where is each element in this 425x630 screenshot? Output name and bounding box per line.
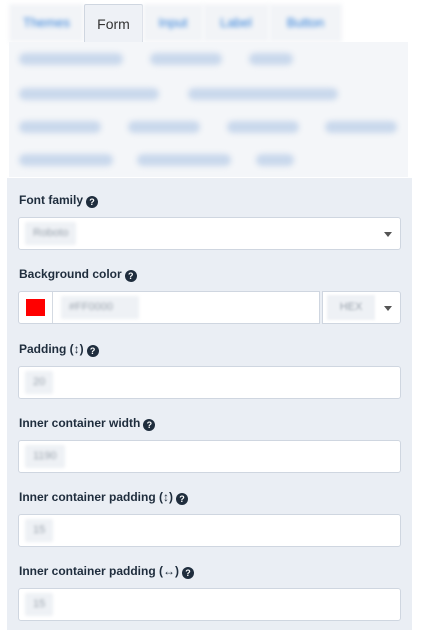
help-icon[interactable]: ? <box>176 493 189 505</box>
blurred-option[interactable] <box>19 154 113 166</box>
padding-label: Padding (↕)? <box>19 342 99 357</box>
inner-container-padding-vertical-label: Inner container padding (↕)? <box>19 490 189 505</box>
inner-container-width-label-text: Inner container width <box>19 416 141 430</box>
padding-label-text: Padding (↕) <box>19 342 84 356</box>
font-family-select[interactable]: Roboto <box>18 217 401 250</box>
chevron-down-icon <box>384 306 392 311</box>
blurred-option[interactable] <box>19 53 123 65</box>
font-family-label-text: Font family <box>19 193 84 207</box>
inner-container-width-label: Inner container width? <box>19 416 156 431</box>
blurred-option[interactable] <box>188 88 338 100</box>
background-color-label-text: Background color <box>19 267 122 281</box>
padding-value: 20 <box>25 371 54 394</box>
blurred-option[interactable] <box>150 53 222 65</box>
tab-form[interactable]: Form <box>84 4 143 42</box>
padding-input[interactable]: 20 <box>18 366 401 399</box>
inner-container-padding-horizontal-label: Inner container padding (↔)? <box>19 564 195 579</box>
help-icon[interactable]: ? <box>143 419 156 431</box>
help-icon[interactable]: ? <box>182 567 195 579</box>
inner-container-padding-horizontal-label-text: Inner container padding (↔) <box>19 564 180 578</box>
blurred-options-panel <box>9 42 408 177</box>
form-settings-panel: Font family? Roboto Background color? #F… <box>7 178 412 630</box>
font-family-label: Font family? <box>19 193 99 208</box>
tab-label[interactable]: Label <box>203 4 269 42</box>
tab-input[interactable]: Input <box>143 4 203 42</box>
color-swatch[interactable] <box>26 299 45 316</box>
blurred-option[interactable] <box>227 121 299 133</box>
background-color-label: Background color? <box>19 267 137 282</box>
chevron-down-icon <box>384 232 392 237</box>
inner-container-padding-vertical-value: 15 <box>25 519 54 542</box>
inner-container-padding-horizontal-value: 15 <box>25 593 54 616</box>
inner-container-padding-vertical-label-text: Inner container padding (↕) <box>19 490 174 504</box>
color-format-select[interactable]: HEX <box>322 291 401 324</box>
blurred-option[interactable] <box>128 121 200 133</box>
blurred-option[interactable] <box>137 154 231 166</box>
tab-button[interactable]: Button <box>269 4 342 42</box>
tab-bar: Themes Form Input Label Button <box>9 4 342 42</box>
inner-container-padding-vertical-input[interactable]: 15 <box>18 514 401 547</box>
help-icon[interactable]: ? <box>86 196 99 208</box>
blurred-option[interactable] <box>19 121 101 133</box>
blurred-option[interactable] <box>256 154 294 166</box>
blurred-option[interactable] <box>249 53 293 65</box>
background-color-value: #FF0000 <box>61 296 139 319</box>
blurred-option[interactable] <box>19 88 159 100</box>
inner-container-padding-horizontal-input[interactable]: 15 <box>18 588 401 621</box>
color-format-value: HEX <box>327 295 375 320</box>
background-color-input[interactable]: #FF0000 <box>18 291 320 324</box>
font-family-value: Roboto <box>25 222 77 245</box>
tab-themes[interactable]: Themes <box>9 4 84 42</box>
inner-container-width-value: 1190 <box>25 445 65 468</box>
help-icon[interactable]: ? <box>86 345 99 357</box>
blurred-option[interactable] <box>325 121 397 133</box>
help-icon[interactable]: ? <box>124 270 137 282</box>
inner-container-width-input[interactable]: 1190 <box>18 440 401 473</box>
divider <box>52 292 53 323</box>
